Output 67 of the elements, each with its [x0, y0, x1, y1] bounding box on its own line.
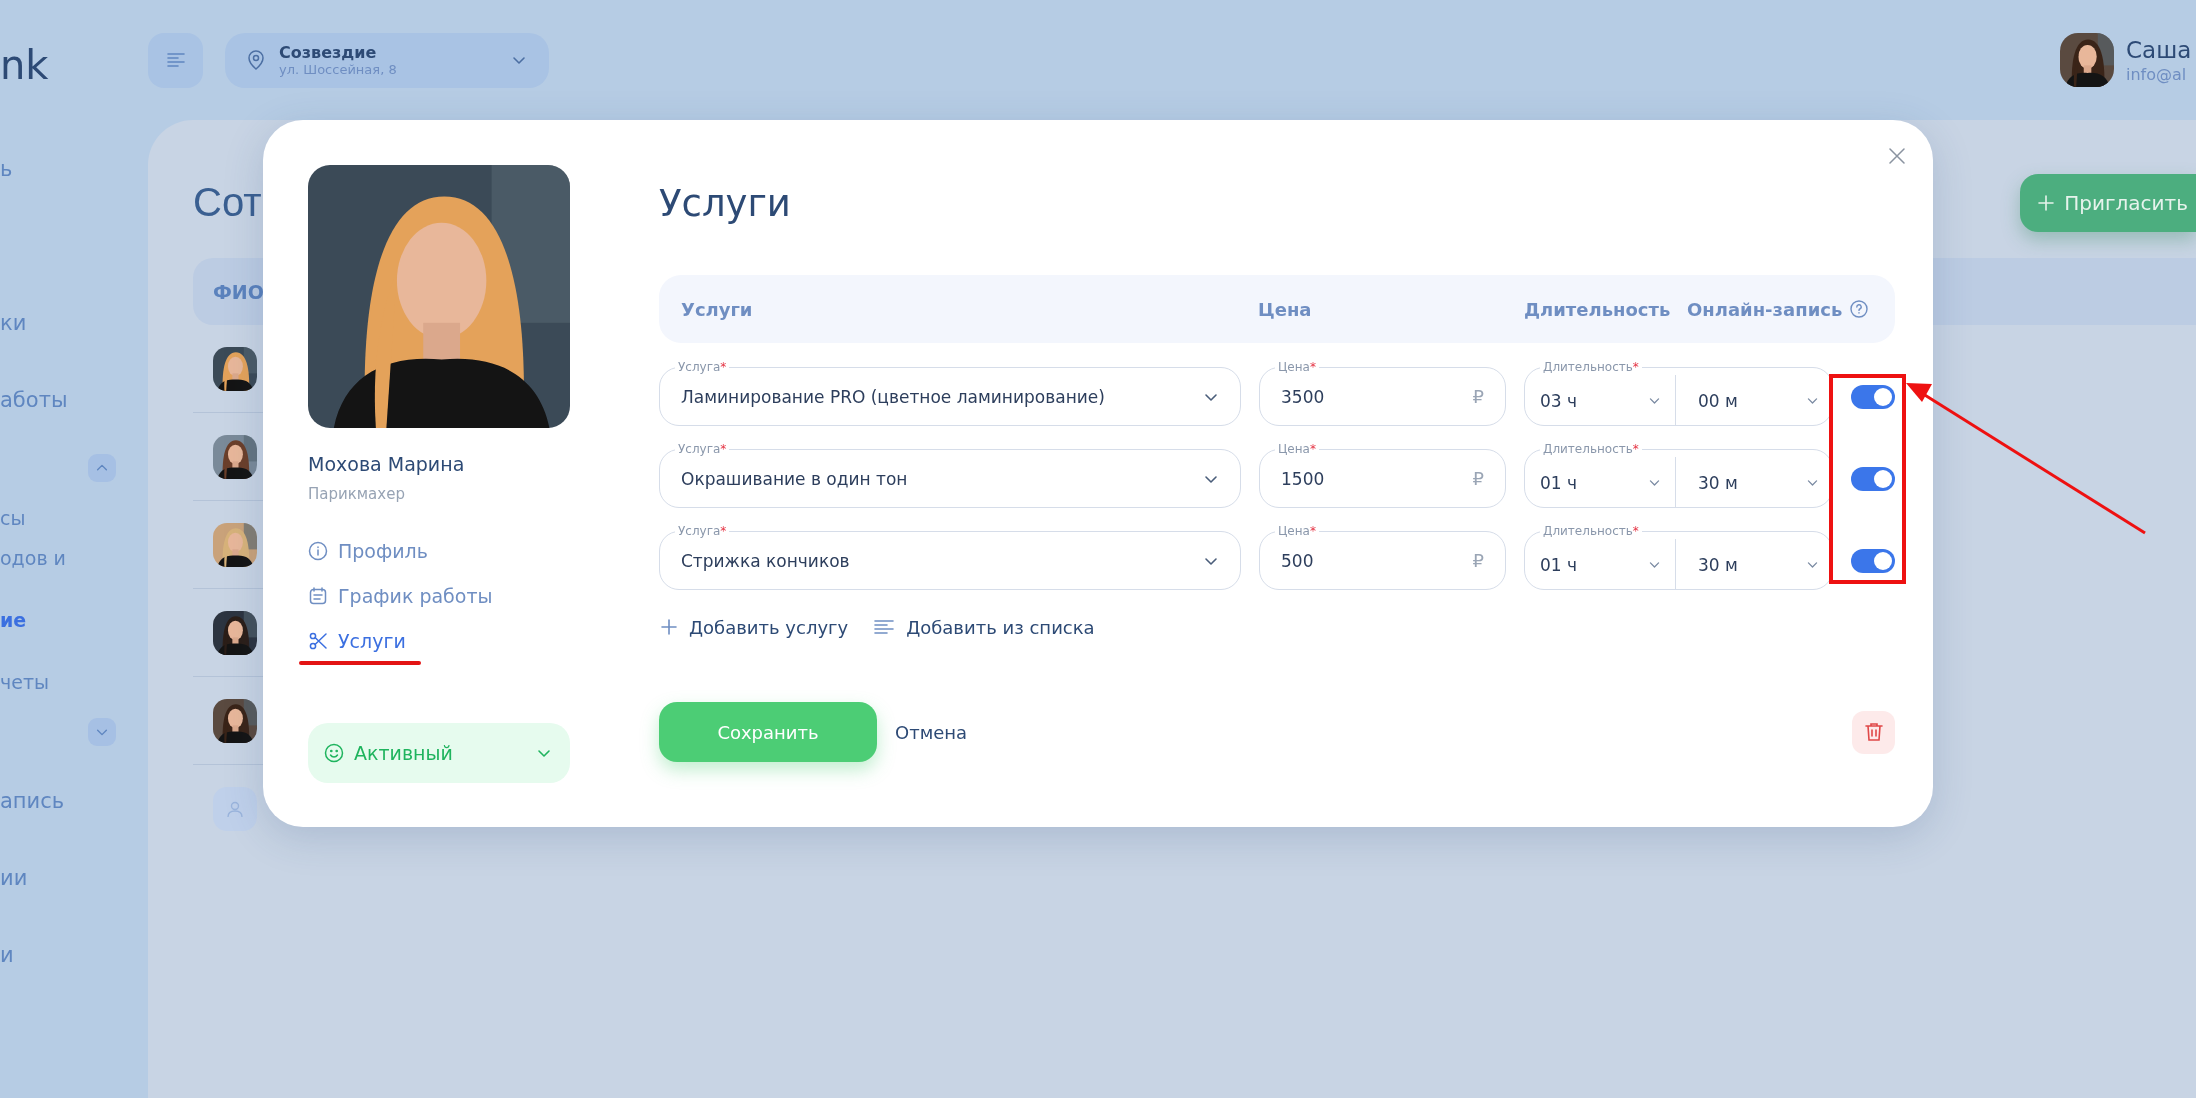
nav-link[interactable]: Профиль [308, 535, 428, 567]
price-field[interactable]: Цена* 1500 ₽ [1259, 440, 1506, 508]
calendar-icon [308, 586, 328, 606]
toggle-switch[interactable] [1851, 548, 1895, 573]
currency-sign: ₽ [1472, 550, 1484, 571]
hours-select[interactable]: 01 ч [1524, 539, 1675, 590]
field-label: Длительность* [1540, 359, 1642, 375]
collapse-button[interactable] [88, 718, 116, 746]
user-name: Саша [2126, 36, 2193, 63]
pin-icon [247, 50, 265, 70]
column-header: Цена [1258, 298, 1313, 320]
trash-icon [1864, 722, 1883, 742]
sidebar-item[interactable]: ие [0, 600, 148, 640]
nav-link[interactable]: График работы [308, 580, 493, 612]
add-link[interactable]: Добавить услугу [659, 616, 849, 638]
collapse-button[interactable] [88, 454, 116, 482]
field-label: Длительность* [1540, 441, 1642, 457]
smiley-icon [324, 743, 344, 763]
column-header: Длительность [1524, 298, 1672, 320]
person-icon [226, 800, 244, 818]
service-select[interactable]: Услуга* Ламинирование PRO (цветное ламинирование) [659, 358, 1241, 426]
field-label: Цена* [1275, 359, 1319, 375]
toggle-switch[interactable] [1851, 384, 1895, 409]
minutes-select[interactable]: 00 м [1675, 375, 1833, 426]
field-label: Цена* [1275, 441, 1319, 457]
service-select[interactable]: Услуга* Окрашивание в один тон [659, 440, 1241, 508]
cancel-button[interactable]: Отмена [895, 721, 968, 743]
hours-select[interactable]: 03 ч [1524, 375, 1675, 426]
status-select[interactable]: Активный [308, 723, 570, 783]
price-field[interactable]: Цена* 3500 ₽ [1259, 358, 1506, 426]
list-icon [874, 619, 895, 635]
column-header: ФИО [213, 280, 264, 303]
minutes-select[interactable]: 30 м [1675, 457, 1833, 508]
add-link[interactable]: Добавить из списка [872, 616, 1095, 638]
close-icon [1889, 148, 1905, 164]
employee-name: Мохова Марина [308, 453, 466, 475]
field-label: Цена* [1275, 523, 1319, 539]
minutes-select[interactable]: 30 м [1675, 539, 1833, 590]
help-icon [1850, 300, 1869, 318]
price-field[interactable]: Цена* 500 ₽ [1259, 522, 1506, 590]
field-label: Длительность* [1540, 523, 1642, 539]
field-label: Услуга* [675, 523, 730, 539]
menu-icon [166, 53, 185, 67]
page-title: Сот [193, 180, 262, 225]
delete-button[interactable] [1852, 710, 1895, 754]
column-header: Услуги [681, 298, 754, 320]
plus-icon [661, 619, 677, 635]
currency-sign: ₽ [1472, 386, 1484, 407]
location-address: ул. Шоссейная, 8 [279, 62, 398, 77]
hours-select[interactable]: 01 ч [1524, 457, 1675, 508]
user-email: info@al [2126, 64, 2188, 84]
currency-sign: ₽ [1472, 468, 1484, 489]
menu-button[interactable] [148, 32, 203, 88]
scissors-icon [308, 631, 328, 651]
employee-role: Парикмахер [308, 485, 406, 503]
nav-link[interactable]: Услуги [308, 625, 406, 657]
plus-icon [2038, 194, 2055, 211]
location-name: Созвездие [279, 43, 378, 62]
info-icon [308, 541, 328, 561]
dialog-title: Услуги [659, 182, 792, 227]
logo: nk [0, 41, 50, 90]
location-select[interactable]: Созвездие ул. Шоссейная, 8 [225, 32, 549, 88]
toggle-switch[interactable] [1851, 466, 1895, 491]
field-label: Услуга* [675, 359, 730, 375]
column-header: Онлайн-запись [1687, 298, 1843, 320]
field-label: Услуга* [675, 441, 730, 457]
service-select[interactable]: Услуга* Стрижка кончиков [659, 522, 1241, 590]
